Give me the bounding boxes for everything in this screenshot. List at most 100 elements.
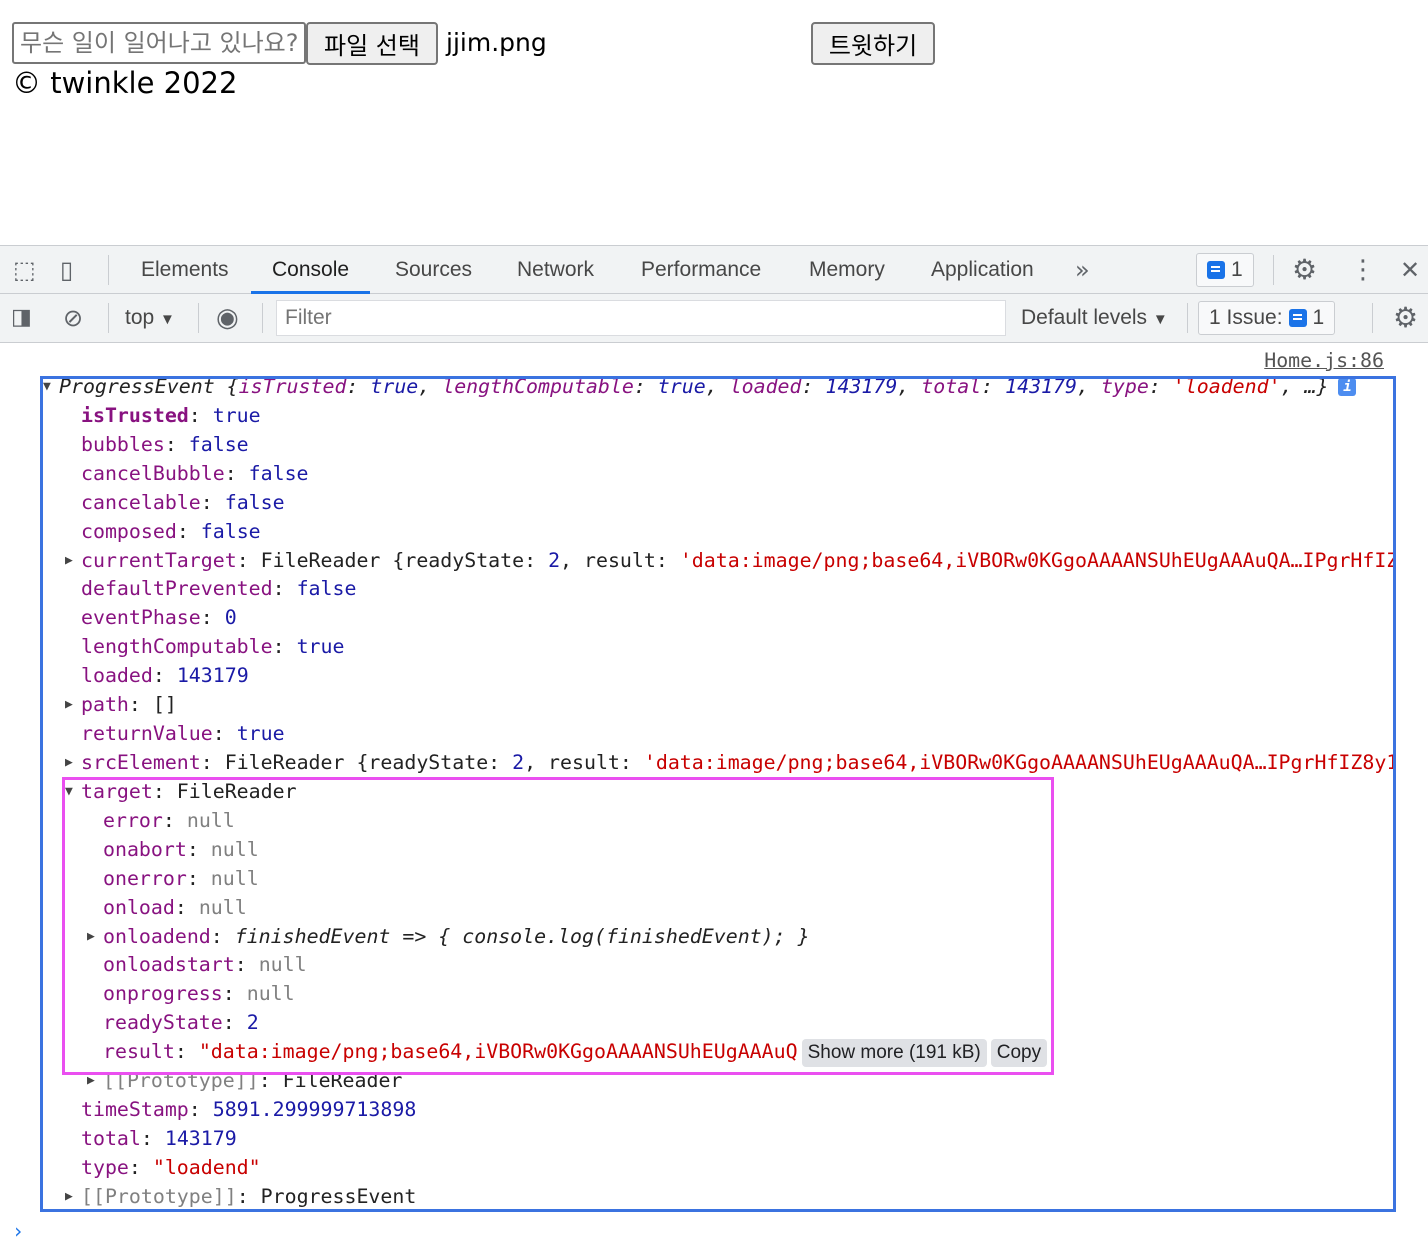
property-value: true (236, 722, 285, 746)
console-line[interactable]: ▶ path: [] (0, 691, 1396, 720)
property-value: false (248, 461, 309, 485)
more-tabs-icon[interactable]: » (1075, 246, 1090, 294)
context-select[interactable]: top ▼ (125, 294, 175, 344)
property-key: defaultPrevented (81, 577, 273, 601)
device-toolbar-icon[interactable]: ▯ (60, 246, 73, 294)
tab-memory[interactable]: Memory (788, 246, 906, 294)
property-value: 0 (224, 606, 237, 630)
source-link[interactable]: Home.js:86 (1264, 349, 1384, 372)
footer-copyright: © twinkle 2022 (12, 66, 238, 100)
inspect-element-icon[interactable]: ⬚ (13, 246, 36, 294)
property-value: false (296, 577, 357, 601)
expand-arrow-icon[interactable]: ▶ (65, 547, 73, 576)
console-filter-input[interactable] (276, 300, 1006, 336)
live-expression-eye-icon[interactable]: ◉ (216, 294, 239, 342)
console-settings-gear-icon[interactable]: ⚙ (1393, 294, 1418, 342)
console-line: onprogress: null (0, 980, 1396, 1009)
property-value: "loadend" (152, 1155, 261, 1179)
messages-badge[interactable]: 1 (1196, 253, 1254, 287)
file-select-button[interactable]: 파일 선택 (306, 22, 438, 65)
property-value: : (128, 1155, 153, 1179)
property-value: 5891.299999713898 (212, 1098, 417, 1122)
console-line[interactable]: ▶ srcElement: FileReader {readyState: 2, … (0, 749, 1396, 778)
property-value: : (981, 375, 1006, 398)
tweet-button[interactable]: 트윗하기 (811, 22, 935, 65)
selected-file-name: jjim.png (446, 28, 547, 57)
property-key: lengthComputable (81, 635, 273, 659)
tab-console[interactable]: Console (251, 246, 371, 294)
show-more-button[interactable]: Show more (191 kB) (801, 1039, 987, 1068)
property-value: true (212, 403, 261, 427)
expand-arrow-icon[interactable]: ▶ (65, 691, 73, 720)
property-value: ProgressEvent { (59, 375, 239, 398)
property-key: bubbles (81, 432, 165, 456)
property-value: false (188, 432, 249, 456)
tab-network[interactable]: Network (496, 246, 615, 294)
property-key: loaded (81, 664, 153, 688)
property-value: false (224, 490, 285, 514)
web-page: 파일 선택 jjim.png 트윗하기 © twinkle 2022 (0, 0, 1428, 245)
more-options-icon[interactable]: ⋮ (1350, 246, 1376, 294)
tab-performance[interactable]: Performance (620, 246, 782, 294)
console-line: eventPhase: 0 (0, 604, 1396, 633)
settings-gear-icon[interactable]: ⚙ (1292, 246, 1317, 294)
sidebar-toggle-icon[interactable]: ◨ (11, 294, 32, 342)
property-key: onloadstart (103, 953, 235, 977)
log-levels-select[interactable]: Default levels ▼ (1021, 294, 1168, 344)
issues-badge[interactable]: 1 Issue: 1 (1198, 301, 1336, 335)
property-value: : FileReader { (236, 548, 405, 572)
divider (1372, 303, 1373, 333)
property-value: : (212, 722, 237, 746)
property-value: : (272, 577, 297, 601)
messages-count: 1 (1231, 258, 1243, 281)
console-line[interactable]: ▶ onloadend: finishedEvent => { console.l… (0, 923, 1396, 952)
property-value: , result: (524, 750, 644, 774)
collapse-arrow-icon[interactable]: ▼ (65, 778, 73, 807)
property-value: : (346, 375, 371, 398)
collapse-arrow-icon[interactable]: ▼ (43, 373, 51, 402)
property-key: error (103, 808, 163, 832)
console-line[interactable]: ▼ ProgressEvent {isTrusted: true, lengthC… (0, 373, 1396, 402)
console-line: returnValue: true (0, 720, 1396, 749)
property-value: null (258, 953, 307, 977)
property-key: lengthComputable (442, 375, 634, 398)
property-value: : FileReader (152, 779, 297, 803)
clear-console-icon[interactable]: ⊘ (63, 294, 83, 342)
expand-arrow-icon[interactable]: ▶ (87, 923, 95, 952)
console-line[interactable]: ▼ target: FileReader (0, 778, 1396, 807)
expand-arrow-icon[interactable]: ▶ (65, 749, 73, 778)
property-value: finishedEvent => { console.log(finishedE… (234, 924, 810, 948)
property-value: : ProgressEvent (236, 1184, 417, 1208)
info-icon[interactable]: i (1338, 378, 1357, 396)
property-key: cancelable (81, 490, 201, 514)
expand-arrow-icon[interactable]: ▶ (87, 1067, 95, 1096)
property-value: : (162, 808, 187, 832)
property-key: path (81, 693, 129, 717)
close-devtools-icon[interactable]: ✕ (1400, 246, 1420, 294)
tab-application[interactable]: Application (910, 246, 1055, 294)
devtools-tabbar: ⬚ ▯ Elements Console Sources Network Per… (0, 245, 1428, 294)
tab-sources[interactable]: Sources (374, 246, 493, 294)
console-log-entry: ▼ ProgressEvent {isTrusted: true, lengthC… (0, 373, 1396, 1212)
console-line: total: 143179 (0, 1125, 1396, 1154)
console-line[interactable]: ▶ [[Prototype]]: ProgressEvent (0, 1183, 1396, 1212)
property-key: isTrusted (238, 375, 347, 398)
divider (1187, 303, 1188, 333)
tweet-text-input[interactable] (12, 22, 306, 64)
property-value: 'data:image/png;base64,iVBORw0KGgoAAAANS… (679, 548, 1396, 572)
tab-elements[interactable]: Elements (120, 246, 250, 294)
console-prompt[interactable]: › (12, 1219, 24, 1243)
console-line[interactable]: ▶ currentTarget: FileReader {readyState: … (0, 547, 1396, 576)
property-value: 'loadend' (1172, 375, 1281, 398)
expand-arrow-icon[interactable]: ▶ (65, 1183, 73, 1212)
copy-button[interactable]: Copy (990, 1039, 1048, 1068)
divider (108, 255, 109, 285)
property-value: : (801, 375, 826, 398)
console-line[interactable]: ▶ [[Prototype]]: FileReader (0, 1067, 1396, 1096)
message-icon (1207, 261, 1225, 279)
property-value: null (210, 866, 259, 890)
property-key: total (81, 1126, 141, 1150)
property-value: : (222, 982, 247, 1006)
property-value: [[Prototype]] (103, 1069, 259, 1093)
console-line: lengthComputable: true (0, 633, 1396, 662)
